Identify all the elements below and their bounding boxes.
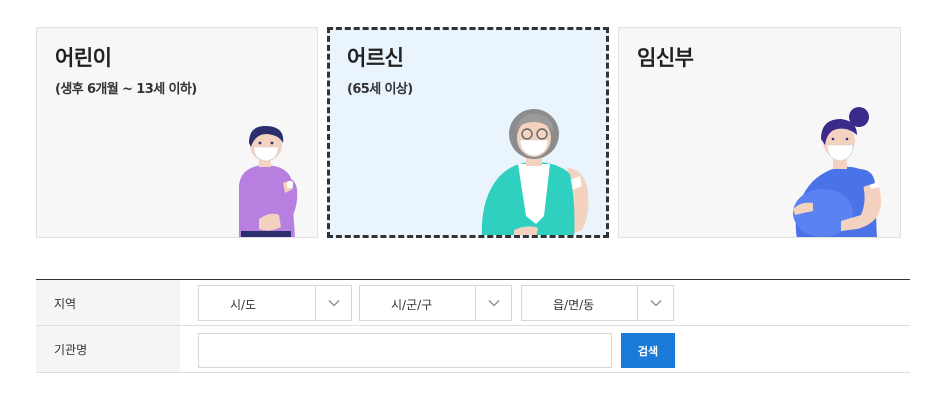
- card-subtitle: (생후 6개월 ~ 13세 이하): [55, 82, 197, 97]
- senior-illustration: [481, 109, 589, 235]
- card-title: 어르신: [347, 46, 404, 70]
- province-select-value: 시/도: [230, 298, 257, 312]
- card-seniors[interactable]: 어르신 (65세 이상): [327, 27, 609, 238]
- search-form: 지역 시/도 시/군/구 읍/면/동 기관명 검색: [36, 279, 910, 373]
- region-row: 지역 시/도 시/군/구 읍/면/동: [36, 280, 910, 326]
- institution-row: 기관명 검색: [36, 326, 910, 373]
- card-title: 임신부: [637, 46, 694, 70]
- town-select-value: 읍/면/동: [553, 298, 595, 312]
- city-select[interactable]: 시/군/구: [359, 285, 512, 321]
- region-label: 지역: [54, 297, 77, 311]
- institution-label: 기관명: [54, 343, 88, 357]
- chevron-down-icon: [650, 300, 662, 307]
- card-subtitle: (65세 이상): [347, 82, 413, 97]
- province-select[interactable]: 시/도: [198, 285, 352, 321]
- city-select-value: 시/군/구: [391, 298, 433, 312]
- institution-label-cell: 기관명: [36, 326, 180, 372]
- child-illustration: [239, 125, 298, 237]
- search-button[interactable]: 검색: [621, 333, 675, 368]
- chevron-down-icon: [328, 300, 340, 307]
- card-pregnant[interactable]: 임신부: [618, 27, 901, 238]
- institution-name-input[interactable]: [198, 333, 612, 368]
- card-title: 어린이: [55, 46, 112, 70]
- region-label-cell: 지역: [36, 280, 180, 325]
- town-select[interactable]: 읍/면/동: [521, 285, 674, 321]
- chevron-down-icon: [488, 300, 500, 307]
- pregnant-woman-illustration: [793, 107, 881, 237]
- target-group-cards: 어린이 (생후 6개월 ~ 13세 이하) 어르신 (65세 이상) 임신부: [36, 27, 901, 238]
- card-children[interactable]: 어린이 (생후 6개월 ~ 13세 이하): [36, 27, 318, 238]
